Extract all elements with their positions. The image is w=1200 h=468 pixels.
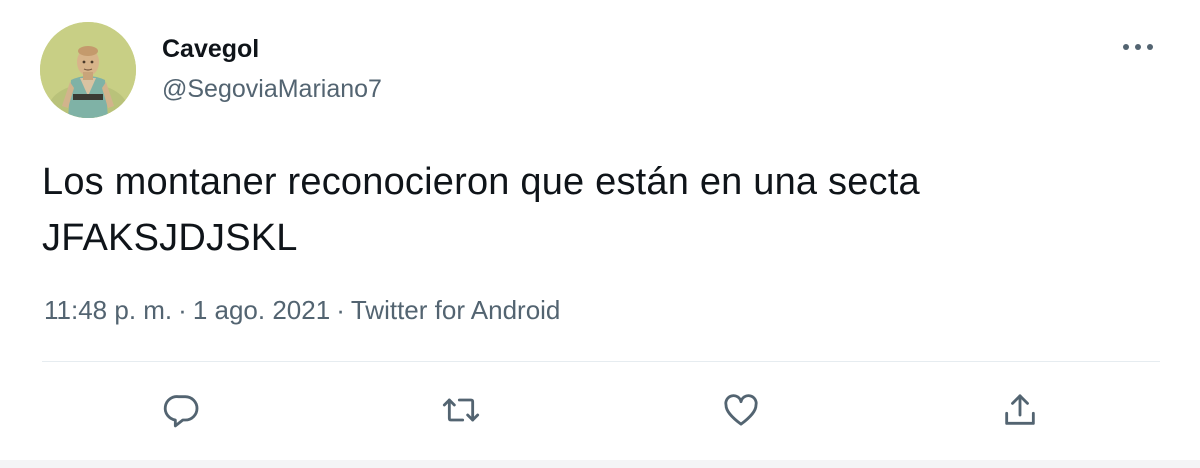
avatar[interactable] <box>40 22 136 118</box>
share-button[interactable] <box>996 386 1044 434</box>
tweet-source[interactable]: Twitter for Android <box>351 295 561 325</box>
tweet-text: Los montaner reconocieron que están en u… <box>42 154 1152 266</box>
tweet-text-line: Los montaner reconocieron que están en u… <box>42 161 920 203</box>
retweet-icon <box>442 398 480 422</box>
action-bar <box>0 378 1200 442</box>
tweet-time[interactable]: 11:48 p. m. <box>44 295 172 325</box>
reply-button[interactable] <box>158 386 206 434</box>
like-button[interactable] <box>717 386 765 434</box>
avatar-illustration <box>40 22 136 118</box>
more-button[interactable] <box>1116 34 1160 60</box>
divider <box>42 361 1160 362</box>
card-bottom-border <box>0 460 1200 468</box>
tweet-date[interactable]: 1 ago. 2021 <box>193 295 330 325</box>
tweet-card: Cavegol @SegoviaMariano7 Los montaner re… <box>0 0 1200 468</box>
user-handle[interactable]: @SegoviaMariano7 <box>162 74 382 104</box>
tweet-text-line: JFAKSJDJSKL <box>42 217 298 259</box>
retweet-button[interactable] <box>437 386 485 434</box>
display-name[interactable]: Cavegol <box>162 34 259 64</box>
heart-icon <box>724 394 758 426</box>
meta-separator: · <box>178 295 187 325</box>
tweet-metadata: 11:48 p. m. · 1 ago. 2021 · Twitter for Andr… <box>44 293 560 327</box>
comment-icon <box>163 395 199 428</box>
share-icon <box>1005 394 1035 425</box>
meta-separator: · <box>336 295 345 325</box>
more-horizontal-icon <box>1123 44 1153 50</box>
